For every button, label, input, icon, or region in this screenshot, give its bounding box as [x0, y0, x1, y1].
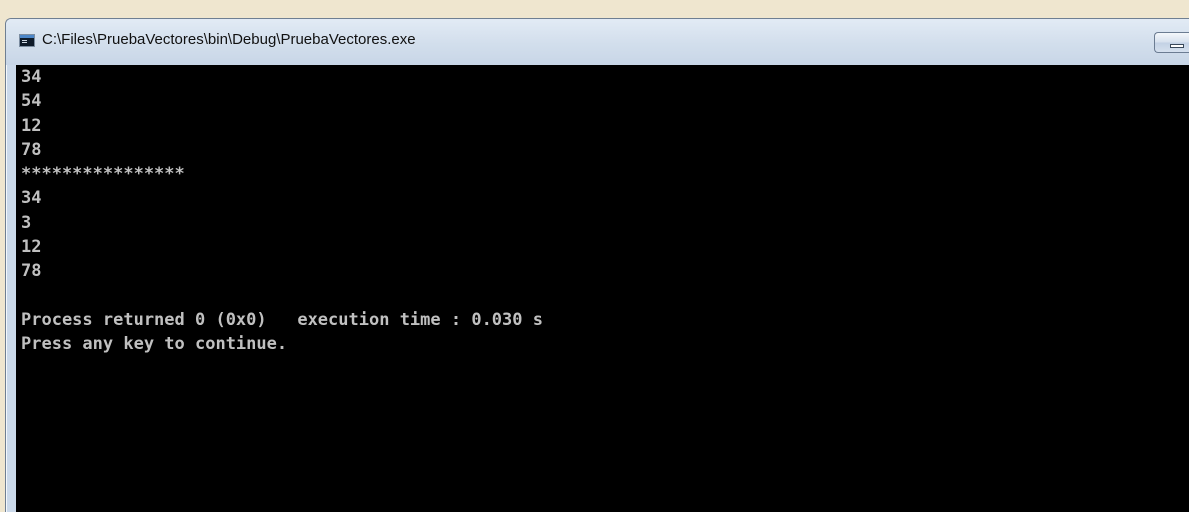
- console-line: 54: [21, 91, 42, 112]
- console-line: 34: [21, 67, 42, 87]
- console-window-icon[interactable]: [19, 34, 35, 47]
- title-bar[interactable]: C:\Files\PruebaVectores\bin\Debug\Prueba…: [6, 19, 1189, 65]
- press-any-key-line: Press any key to continue.: [21, 334, 288, 355]
- process-returned-line: Process returned 0 (0x0) execution time …: [21, 309, 543, 330]
- console-output[interactable]: 34 54 12 78 **************** 34 3 12 78 …: [16, 65, 1189, 512]
- minimize-button[interactable]: [1154, 32, 1189, 53]
- console-line: 12: [21, 237, 42, 258]
- minimize-icon: [1170, 44, 1184, 48]
- console-line: 12: [21, 115, 42, 136]
- console-separator: ****************: [21, 164, 185, 185]
- window-title: C:\Files\PruebaVectores\bin\Debug\Prueba…: [42, 31, 416, 48]
- console-line: 78: [21, 261, 42, 282]
- console-window[interactable]: C:\Files\PruebaVectores\bin\Debug\Prueba…: [5, 18, 1189, 512]
- console-line: 3: [21, 212, 32, 233]
- console-line: 78: [21, 139, 42, 160]
- console-line: 34: [21, 188, 42, 209]
